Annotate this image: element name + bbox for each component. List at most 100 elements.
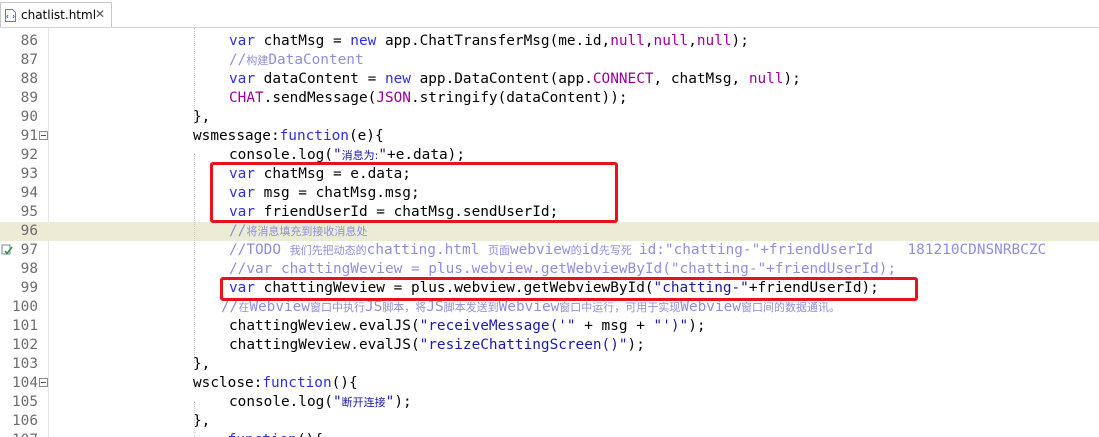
code-token: , — [644, 33, 654, 49]
code-token: CHAT — [229, 90, 264, 106]
code-token: }, — [193, 109, 211, 125]
code-line[interactable]: 104 wsclose:function(){ — [0, 374, 1099, 393]
code-token: chattingWeview.evalJS( — [229, 318, 420, 334]
code-token: function — [279, 128, 349, 144]
code-token: .stringify(dataContent)); — [410, 90, 628, 106]
code-token: " — [332, 394, 342, 410]
code-token: //var chattingWeview = plus.webview.getW… — [229, 261, 897, 277]
line-number: 98 — [20, 261, 38, 277]
code-token: null — [653, 33, 689, 49]
code-token: (){ — [331, 375, 358, 391]
line-number: 105 — [12, 394, 38, 410]
code-text: //构建DataContent — [229, 51, 364, 70]
code-token: dataContent = — [263, 71, 385, 87]
task-marker-icon[interactable] — [1, 244, 13, 256]
code-token: +e.data); — [387, 147, 466, 163]
code-text: }, — [193, 355, 210, 374]
code-line[interactable]: 106}, — [0, 412, 1099, 431]
code-token: 断开连接 — [341, 396, 386, 409]
code-text: function(){ — [193, 431, 323, 437]
code-line[interactable]: 105 console.log("断开连接"); — [0, 393, 1099, 412]
code-text: //将消息填充到接收消息处 — [229, 222, 367, 241]
close-icon[interactable]: ✕ — [95, 7, 105, 21]
code-line[interactable]: 96 //将消息填充到接收消息处 — [0, 222, 1099, 241]
code-text: chattingWeview.evalJS("resizeChattingScr… — [229, 336, 645, 355]
code-token: .sendMessage( — [263, 90, 377, 106]
line-number: 86 — [20, 33, 38, 49]
editor-tab-bar: chatlist.html ✕ — [0, 0, 1099, 28]
code-token: wsclose: — [193, 375, 263, 391]
code-token: JSON — [376, 90, 411, 106]
code-line[interactable]: 88 var dataContent = new app.DataContent(… — [0, 70, 1099, 89]
code-token: 脚本，将 — [382, 301, 427, 314]
line-number: 94 — [20, 185, 38, 201]
code-text: }, — [193, 412, 210, 431]
code-line[interactable]: 97//TODO 我们先把动态的chatting.html 页面webview的… — [0, 241, 1099, 260]
code-token: // — [221, 299, 239, 315]
indent-guide — [194, 401, 195, 437]
code-token: ); — [627, 337, 645, 353]
line-number: 92 — [20, 147, 38, 163]
line-number: 103 — [12, 356, 38, 372]
code-token: // — [229, 223, 247, 239]
code-line[interactable]: 89 CHAT.sendMessage(JSON.stringify(dataCo… — [0, 89, 1099, 108]
code-token: "resizeChattingScreen()" — [419, 337, 628, 353]
code-token: function — [262, 375, 332, 391]
code-token: app.DataContent(app. — [419, 71, 593, 87]
code-token: 将消息填充到接收消息处 — [246, 225, 368, 238]
code-token: " — [332, 147, 342, 163]
code-token: 窗口中执行 — [309, 301, 365, 314]
code-line[interactable]: 102 chattingWeview.evalJS("resizeChatting… — [0, 336, 1099, 355]
code-line[interactable]: 91 wsmessage:function(e){ — [0, 127, 1099, 146]
fold-toggle-icon[interactable] — [39, 378, 48, 387]
code-token: " — [385, 394, 395, 410]
code-text: var chatMsg = new app.ChatTransferMsg(me… — [229, 32, 749, 51]
code-line[interactable]: 107 function(){ — [0, 431, 1099, 437]
code-line[interactable]: 86 var chatMsg = new app.ChatTransferMsg(… — [0, 32, 1099, 51]
line-number: 89 — [20, 90, 38, 106]
code-token: ); — [783, 71, 801, 87]
code-line[interactable]: 87 //构建DataContent — [0, 51, 1099, 70]
html-file-icon — [5, 9, 16, 22]
line-number: 100 — [12, 299, 38, 315]
indent-guide — [194, 28, 195, 124]
code-token: "receiveMessage('" — [419, 318, 576, 334]
code-token: var — [229, 33, 264, 49]
annotation-box-getwebview — [220, 277, 918, 301]
line-number: 101 — [12, 318, 38, 334]
code-text: chattingWeview.evalJS("receiveMessage('"… — [229, 317, 706, 336]
line-number: 90 — [20, 109, 38, 125]
code-token: 我们先把动态的 — [289, 244, 367, 257]
tab-chatlist-html[interactable]: chatlist.html ✕ — [0, 2, 112, 27]
code-text: wsclose:function(){ — [193, 374, 358, 393]
indent-guide — [194, 153, 195, 363]
code-token: 在 — [238, 301, 250, 314]
code-token: app.ChatTransferMsg(me.id, — [384, 33, 611, 49]
code-token: wsmessage: — [193, 128, 280, 144]
code-token: " — [378, 147, 388, 163]
code-editor[interactable]: 86 var chatMsg = new app.ChatTransferMsg(… — [0, 28, 1099, 437]
annotation-box-variables — [210, 162, 618, 223]
code-token: 脚本发送到 — [443, 301, 499, 314]
code-text: wsmessage:function(e){ — [193, 127, 384, 146]
fold-toggle-icon[interactable] — [39, 131, 48, 140]
code-line[interactable]: 101 chattingWeview.evalJS("receiveMessage… — [0, 317, 1099, 336]
code-token: null — [696, 33, 732, 49]
code-token: 窗口间的数据通讯。 — [740, 301, 840, 314]
code-line[interactable]: 90}, — [0, 108, 1099, 127]
code-text: //TODO 我们先把动态的chatting.html 页面webview的id… — [229, 241, 1046, 260]
code-token: null — [748, 71, 784, 87]
code-token: JS — [364, 299, 383, 315]
code-token: }, — [193, 356, 211, 372]
code-token: console.log( — [229, 394, 333, 410]
code-token: , chatMsg, — [653, 71, 749, 87]
line-number: 88 — [20, 71, 38, 87]
line-number: 93 — [20, 166, 38, 182]
code-token: Webview — [249, 299, 310, 315]
code-token: 构建 — [246, 54, 269, 67]
code-token: chatting.html — [366, 242, 488, 258]
code-token: (e){ — [348, 128, 384, 144]
code-token: chattingWeview.evalJS( — [229, 337, 420, 353]
line-number: 87 — [20, 52, 38, 68]
code-line[interactable]: 103}, — [0, 355, 1099, 374]
